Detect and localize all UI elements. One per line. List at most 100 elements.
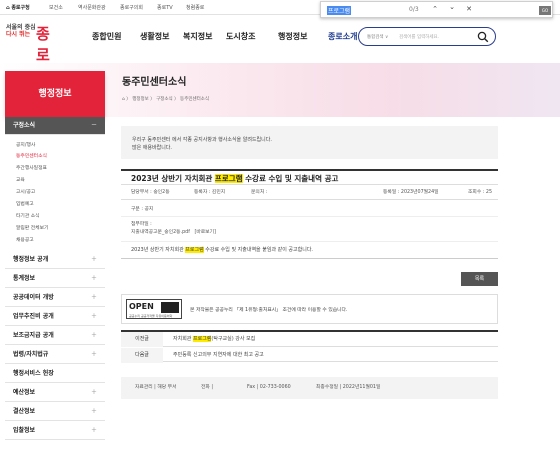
attachment-label: 첨부파일 : xyxy=(131,222,152,227)
intro-line-1: 우리구 동주민센터 에서 각종 공지사항과 행사소식을 알려드립니다. xyxy=(132,137,272,143)
submenu-item-active[interactable]: 동주민센터소식 xyxy=(16,152,47,159)
info-phone: 전화 | xyxy=(201,385,213,390)
topbar-link[interactable]: 역사문화관광 xyxy=(78,4,106,11)
logo-wordmark: 종로 xyxy=(36,25,50,64)
gnb-item-life[interactable]: 생활정보 xyxy=(140,31,169,42)
open-license-logo: OPEN 공공누리 공공저작물 자유이용허락 xyxy=(126,299,182,319)
sidebar-header: 행정정보 xyxy=(5,71,105,117)
home-link[interactable]: ⌂ 종로구청 xyxy=(6,4,30,11)
license-box: OPEN 공공누리 공공저작물 자유이용허락 본 저작물은 공공누리 「제 1유… xyxy=(121,294,498,324)
expand-icon[interactable]: ＋ xyxy=(91,346,97,364)
sidebar-item-label: 행정서비스 헌장 xyxy=(13,370,54,377)
expand-icon[interactable]: ＋ xyxy=(91,384,97,402)
logo-slogan-2: 다시 뛰는 xyxy=(6,31,31,38)
post-title: 2023년 상반기 자치회관 프로그램 수강료 수입 및 지출내역 공고 xyxy=(121,169,498,185)
submenu-item[interactable]: 교육 xyxy=(16,176,25,183)
post-meta: 담당부서 : 숭인2동 등록자 : 김민지 문의처 : 등록일 : 2023년0… xyxy=(121,186,498,200)
expand-icon[interactable]: ＋ xyxy=(91,403,97,421)
next-label: 다음글 xyxy=(121,348,163,363)
post-body-post: 수강료 수입 및 지출내역을 붙임과 같이 공고합니다. xyxy=(203,247,314,253)
sidebar-item-laws[interactable]: 법령/자치법규 ＋ xyxy=(5,346,105,364)
submenu-item[interactable]: 공지/행사 xyxy=(16,141,35,148)
attachment-view-link[interactable]: [바로보기] xyxy=(194,230,215,235)
go-button[interactable]: GO xyxy=(539,6,551,15)
post-inquiry: 문의처 : xyxy=(251,190,268,195)
sidebar-item-expense[interactable]: 업무추진비 공개 ＋ xyxy=(5,308,105,326)
find-previous-icon[interactable]: ⌃ xyxy=(430,5,440,13)
find-in-page-bar: 프로그램 0/3 ⌃ ⌄ ✕ GO xyxy=(320,1,553,18)
expand-icon[interactable]: ＋ xyxy=(91,251,97,269)
gnb-item-about[interactable]: 종로소개 xyxy=(328,31,357,42)
breadcrumb[interactable]: ⌂ 〉 행정정보 〉 구정소식 〉 동주민센터소식 xyxy=(122,96,209,102)
prev-label: 이전글 xyxy=(121,332,163,347)
expand-icon[interactable]: ＋ xyxy=(91,422,97,440)
sidebar-item-label: 공공데이터 개방 xyxy=(13,294,54,301)
gnb-item-civil[interactable]: 종합민원 xyxy=(92,31,121,42)
post-title-pre: 2023년 상반기 자치회관 xyxy=(131,174,215,183)
topbar-link[interactable]: 보건소 xyxy=(49,4,63,11)
sidebar-item-label: 구정소식 xyxy=(13,122,36,129)
sidebar-item-disclosure[interactable]: 행정정보 공개 ＋ xyxy=(5,251,105,269)
info-manager: 자료관리 | 해당 부서 xyxy=(135,385,177,390)
post-views: 조회수 : 25 xyxy=(468,190,493,195)
expand-icon[interactable]: ＋ xyxy=(91,327,97,345)
search-highlight: 프로그램 xyxy=(193,336,212,342)
sidebar: 행정정보 구정소식 － 공지/행사 동주민센터소식 주간행사일정표 교육 고시/공… xyxy=(5,71,105,454)
search-icon[interactable] xyxy=(477,31,489,45)
expand-icon[interactable]: ＋ xyxy=(91,270,97,288)
info-fax: Fax | 02-733-0060 xyxy=(247,385,291,390)
topbar-link[interactable]: 종로TV xyxy=(157,4,173,11)
list-button[interactable]: 목록 xyxy=(461,272,498,286)
jongno-logo[interactable]: 서울의 중심 다시 뛰는 종로 xyxy=(6,24,50,64)
home-link-label: 종로구청 xyxy=(11,5,30,11)
post-dept: 담당부서 : 숭인2동 xyxy=(131,190,170,195)
submenu-item[interactable]: 주간행사일정표 xyxy=(16,164,47,171)
prev-post-link[interactable]: 자치회관 프로그램(탁구교실) 강사 모집 xyxy=(173,332,255,347)
gnb-item-city[interactable]: 도시창조 xyxy=(226,31,255,42)
submenu-item[interactable]: 알림판 전체보기 xyxy=(16,224,48,231)
sidebar-item-opendata[interactable]: 공공데이터 개방 ＋ xyxy=(5,289,105,307)
attachment-row: 첨부파일 : 지출내역공고문_숭인2동.pdf [바로보기] xyxy=(121,218,498,242)
post-category: 구분 : 공지 xyxy=(121,204,498,217)
expand-icon[interactable]: ＋ xyxy=(91,308,97,326)
sidebar-item-label: 보조금지급 공개 xyxy=(13,332,54,339)
search-scope-select[interactable]: 통합검색 ∨ xyxy=(367,34,388,40)
next-post-link[interactable]: 주민등록 신고의무 지연자에 대한 최고 공고 xyxy=(173,348,264,363)
attachment-file-link[interactable]: 지출내역공고문_숭인2동.pdf xyxy=(131,230,190,235)
close-icon[interactable]: ✕ xyxy=(464,5,474,13)
post-date: 등록일 : 2023년07월24일 xyxy=(383,190,439,195)
sidebar-item-settlement[interactable]: 결산정보 ＋ xyxy=(5,403,105,421)
sidebar-item-label: 입찰정보 xyxy=(13,427,36,434)
sidebar-item-label: 법령/자치법규 xyxy=(13,351,49,358)
sidebar-item-label: 업무추진비 공개 xyxy=(13,313,54,320)
collapse-icon[interactable]: － xyxy=(91,117,97,135)
gnb-item-admin[interactable]: 행정정보 xyxy=(278,31,307,42)
topbar-link[interactable]: 청렴종로 xyxy=(186,4,204,11)
sidebar-item-bid[interactable]: 입찰정보 ＋ xyxy=(5,422,105,440)
sidebar-item-label: 결산정보 xyxy=(13,408,36,415)
topbar-link[interactable]: 종로구의회 xyxy=(120,4,143,11)
post-body-pre: 2023년 상반기 자치회관 xyxy=(131,247,186,253)
find-next-icon[interactable]: ⌄ xyxy=(447,3,457,11)
kogl-type1-icon xyxy=(161,302,179,313)
find-query[interactable]: 프로그램 xyxy=(327,6,352,15)
submenu-item[interactable]: 타기관 소식 xyxy=(16,212,40,219)
sidebar-item-budget[interactable]: 예산정보 ＋ xyxy=(5,384,105,402)
open-logo-caption: 공공누리 공공저작물 자유이용허락 xyxy=(129,314,173,318)
sidebar-item-charter[interactable]: 행정서비스 헌장 xyxy=(5,365,105,383)
sidebar-item-subsidy[interactable]: 보조금지급 공개 ＋ xyxy=(5,327,105,345)
submenu-item[interactable]: 입법예고 xyxy=(16,200,34,207)
prev-post-row[interactable]: 이전글 자치회관 프로그램(탁구교실) 강사 모집 xyxy=(121,332,498,347)
next-post-row[interactable]: 다음글 주민등록 신고의무 지연자에 대한 최고 공고 xyxy=(121,348,498,363)
board-intro: 우리구 동주민센터 에서 각종 공지사항과 행사소식을 알려드립니다. 많은 애… xyxy=(121,126,498,159)
submenu-item[interactable]: 고시/공고 xyxy=(16,188,35,195)
expand-icon[interactable]: ＋ xyxy=(91,289,97,307)
sidebar-item-label: 행정정보 공개 xyxy=(13,256,49,263)
submenu-item[interactable]: 채용공고 xyxy=(16,236,34,243)
sidebar-item-stats[interactable]: 통계정보 ＋ xyxy=(5,270,105,288)
intro-line-2: 많은 애용바랍니다. xyxy=(132,145,172,151)
gnb-item-welfare[interactable]: 복지정보 xyxy=(183,31,212,42)
sidebar-item-news[interactable]: 구정소식 － xyxy=(5,117,105,135)
search-input[interactable]: 검색어를 입력하세요. xyxy=(399,34,439,40)
open-logo-text: OPEN xyxy=(129,302,154,311)
